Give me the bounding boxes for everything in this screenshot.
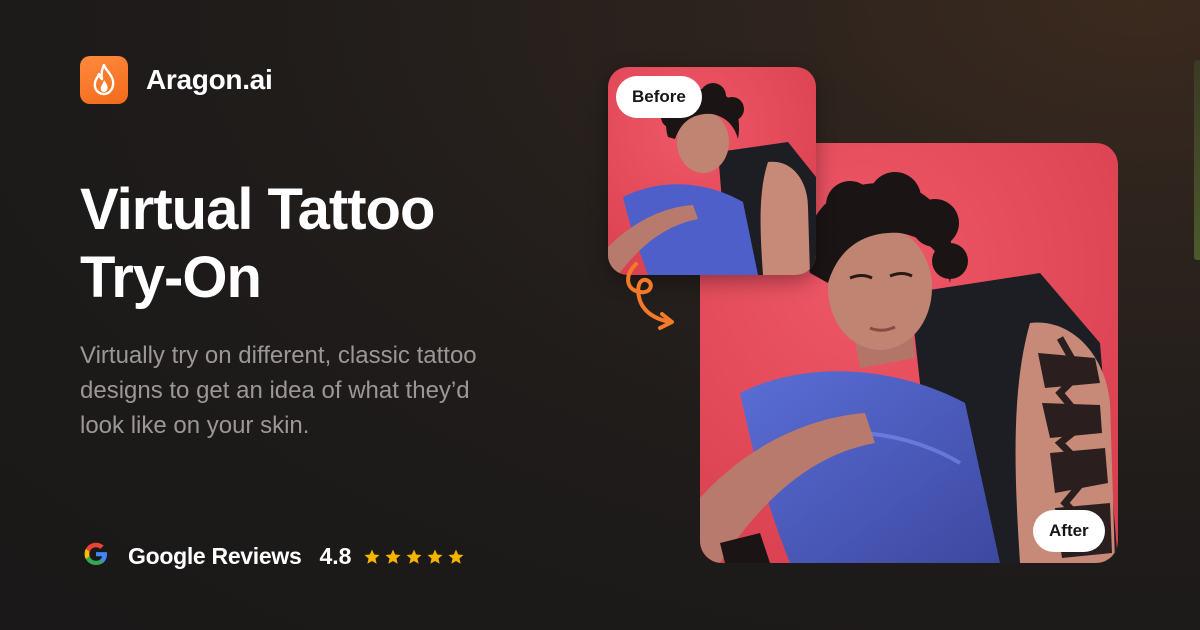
- google-reviews: Google Reviews 4.8: [82, 540, 465, 573]
- brand-header: Aragon.ai: [80, 56, 273, 104]
- rating-value: 4.8: [319, 543, 352, 569]
- title-line-2: Try-On: [80, 245, 262, 310]
- star-icon: [406, 549, 422, 564]
- star-icon: [448, 549, 464, 564]
- after-label: After: [1033, 510, 1105, 552]
- page-title: Virtual Tattoo Try-On: [80, 176, 540, 312]
- subtitle: Virtually try on different, classic tatt…: [80, 342, 477, 439]
- curved-arrow-icon: [622, 260, 682, 337]
- title-line-1: Virtual Tattoo: [80, 177, 435, 242]
- flame-logo-icon: [80, 56, 128, 104]
- star-rating: [363, 548, 465, 566]
- reviews-label: Google Reviews: [128, 543, 302, 569]
- google-icon: [82, 540, 110, 573]
- brand-name[interactable]: Aragon.ai: [146, 64, 273, 96]
- before-label: Before: [616, 76, 702, 118]
- star-icon: [427, 549, 443, 564]
- star-icon: [385, 549, 401, 564]
- star-icon: [364, 549, 380, 564]
- next-slide-edge: [1194, 60, 1200, 260]
